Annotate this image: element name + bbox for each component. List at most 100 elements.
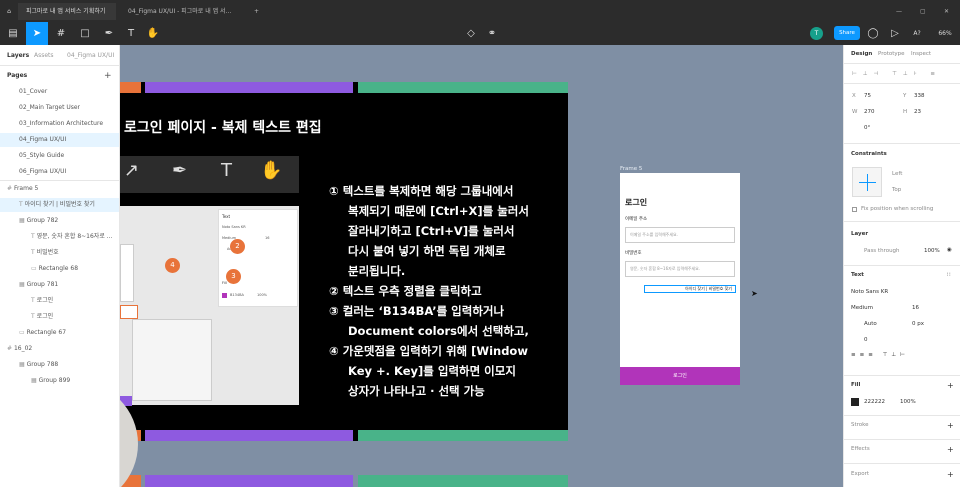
close-icon[interactable]: ✕	[936, 3, 957, 20]
constraints-widget[interactable]	[852, 167, 882, 197]
shape-tool-icon[interactable]: □	[74, 22, 96, 45]
email-input[interactable]: 이메일 주소를 입력해주세요.	[625, 227, 735, 243]
layer-item[interactable]: ▭ Rectangle 67	[0, 326, 119, 340]
layer-type-icon: ▭	[31, 265, 39, 272]
component-icon[interactable]: ◇	[460, 22, 482, 45]
constraint-vertical[interactable]: Top	[892, 187, 901, 193]
tab-design[interactable]: Design	[851, 51, 872, 57]
text-tool-icon[interactable]: T	[120, 22, 142, 45]
login-button[interactable]: 로그인	[620, 367, 740, 385]
page-item[interactable]: 02_Main Target User	[0, 101, 119, 115]
chat-icon[interactable]: ◯	[862, 22, 884, 45]
password-input[interactable]: 영문, 숫자 혼합 8~16자로 입력해주세요.	[625, 261, 735, 277]
frame-5[interactable]: 로그인 이메일 주소 이메일 주소를 입력해주세요. 비밀번호 영문, 숫자 혼…	[620, 173, 740, 385]
align-icons[interactable]: ⊢⊥⊣ ⊤⊥⊦ ≡	[852, 71, 941, 77]
layer-item[interactable]: T 비밀번호	[0, 246, 119, 260]
fill-opacity[interactable]: 100%	[900, 399, 916, 405]
tab-inspect[interactable]: Inspect	[911, 51, 931, 57]
fix-position-checkbox[interactable]	[852, 207, 857, 212]
frame-tool-icon[interactable]: #	[50, 22, 72, 45]
x-value[interactable]: 75	[864, 93, 871, 99]
layer-type-icon: ▦	[19, 361, 27, 368]
share-button[interactable]: Share	[834, 26, 860, 40]
y-value[interactable]: 338	[914, 93, 925, 99]
layer-item[interactable]: ▦ Group 899	[0, 374, 119, 388]
layer-label: 아이디 찾기 | 비밀번호 찾기	[24, 201, 95, 208]
paragraph-spacing-input[interactable]: 0	[864, 337, 868, 343]
layer-type-icon: ▭	[19, 329, 27, 336]
frame-title: 로그인	[625, 198, 648, 207]
tab-bar: ⌂ 피그마로 내 앱 서비스 기획하기 04_Figma UX/UI - 피그마…	[0, 0, 960, 22]
layer-item[interactable]: ▦ Group 781	[0, 278, 119, 292]
pen-tool-icon: ✒	[172, 160, 188, 181]
add-effect-icon[interactable]: +	[947, 445, 954, 454]
line-height-input[interactable]: Auto	[864, 321, 877, 327]
page-item[interactable]: 05_Style Guide	[0, 149, 119, 163]
layer-opacity[interactable]: 100%	[924, 248, 940, 254]
page-item[interactable]: 01_Cover	[0, 85, 119, 99]
move-tool-icon[interactable]: ➤	[26, 22, 48, 45]
letter-spacing-input[interactable]: 0 px	[912, 321, 924, 327]
home-icon[interactable]: ⌂	[0, 3, 18, 20]
tab-prototype[interactable]: Prototype	[878, 51, 905, 57]
mini-font: Noto Sans KR	[222, 225, 246, 229]
layer-label: 영문, 숫자 혼합 8~16자로 ...	[36, 233, 113, 240]
fill-swatch[interactable]	[851, 398, 859, 406]
instruction-line: ③ 컬러는 ‘B134BA’를 입력하거나	[329, 304, 505, 318]
file-name[interactable]: 04_Figma UX/UI	[67, 49, 119, 63]
minimize-icon[interactable]: —	[888, 3, 910, 20]
constraint-horizontal[interactable]: Left	[892, 171, 902, 177]
font-weight-dropdown[interactable]: Medium	[851, 305, 873, 311]
text-align-icons[interactable]: ≡≡≡ ⊤⊥⊢	[851, 352, 909, 358]
emoji-picker-image	[132, 319, 212, 401]
tab-file-1[interactable]: 피그마로 내 앱 서비스 기획하기	[18, 3, 116, 20]
hand-tool-icon[interactable]: ✋	[142, 22, 164, 45]
layer-item[interactable]: T 로그인	[0, 310, 119, 324]
text-style-icon[interactable]: ∷	[947, 272, 951, 278]
main-menu-icon[interactable]: ▤	[2, 22, 24, 45]
a11y-icon[interactable]: A?	[906, 22, 928, 45]
rotation-value[interactable]: 0°	[864, 125, 870, 131]
layer-item[interactable]: ▦ Group 788	[0, 358, 119, 372]
add-stroke-icon[interactable]: +	[947, 421, 954, 430]
new-tab-button[interactable]: +	[246, 3, 267, 20]
visibility-icon[interactable]: ◉	[947, 247, 952, 253]
layer-item[interactable]: T 영문, 숫자 혼합 8~16자로 ...	[0, 230, 119, 244]
add-page-icon[interactable]: +	[104, 69, 114, 83]
blend-mode-dropdown[interactable]: Pass through	[864, 248, 900, 254]
add-fill-icon[interactable]: +	[947, 381, 954, 390]
layer-item[interactable]: ▭ Rectangle 68	[0, 262, 119, 276]
tab-layers[interactable]: Layers	[7, 49, 37, 63]
layer-item[interactable]: ▦ Group 782	[0, 214, 119, 228]
layer-item[interactable]: T 로그인	[0, 294, 119, 308]
frame-label[interactable]: Frame 5	[620, 166, 642, 172]
zoom-dropdown[interactable]: 66%	[932, 22, 958, 45]
arrow-tool-icon: ↗	[124, 160, 140, 181]
w-value[interactable]: 270	[864, 109, 875, 115]
effects-title: Effects	[851, 446, 870, 452]
layer-item[interactable]: # 16_02	[0, 342, 119, 356]
step-badge-3: 3	[226, 269, 241, 284]
page-item[interactable]: 04_Figma UX/UI	[0, 133, 119, 147]
avatar[interactable]: T	[810, 27, 823, 40]
layer-item[interactable]: T 아이디 찾기 | 비밀번호 찾기	[0, 198, 119, 212]
present-icon[interactable]: ▷	[884, 22, 906, 45]
layer-item[interactable]: # Frame 5	[0, 182, 119, 196]
add-export-icon[interactable]: +	[947, 470, 954, 479]
pen-tool-icon[interactable]: ✒	[98, 22, 120, 45]
h-value[interactable]: 23	[914, 109, 921, 115]
font-size-input[interactable]: 16	[912, 305, 919, 311]
layer-label: Rectangle 68	[38, 265, 79, 272]
layer-label: 비밀번호	[36, 249, 59, 256]
tab-assets[interactable]: Assets	[34, 49, 64, 63]
font-family-dropdown[interactable]: Noto Sans KR	[851, 289, 888, 295]
page-item[interactable]: 06_Figma UX/UI	[0, 165, 119, 179]
page-item[interactable]: 03_Information Architecture	[0, 117, 119, 131]
instruction-line: ① 텍스트를 복제하면 해당 그룹내에서	[329, 184, 514, 198]
find-account-link[interactable]: 아이디 찾기 | 비밀번호 찾기	[644, 285, 736, 293]
canvas[interactable]: 로그인 페이지 - 복제 텍스트 편집 ↗ ✒ T ✋ Text Noto Sa…	[120, 45, 843, 487]
link-icon[interactable]: ⚭	[481, 22, 503, 45]
fill-hex[interactable]: 222222	[864, 399, 885, 405]
tab-file-2[interactable]: 04_Figma UX/UI - 피그마로 내 앱 서...	[120, 3, 244, 20]
maximize-icon[interactable]: ▢	[912, 3, 934, 20]
